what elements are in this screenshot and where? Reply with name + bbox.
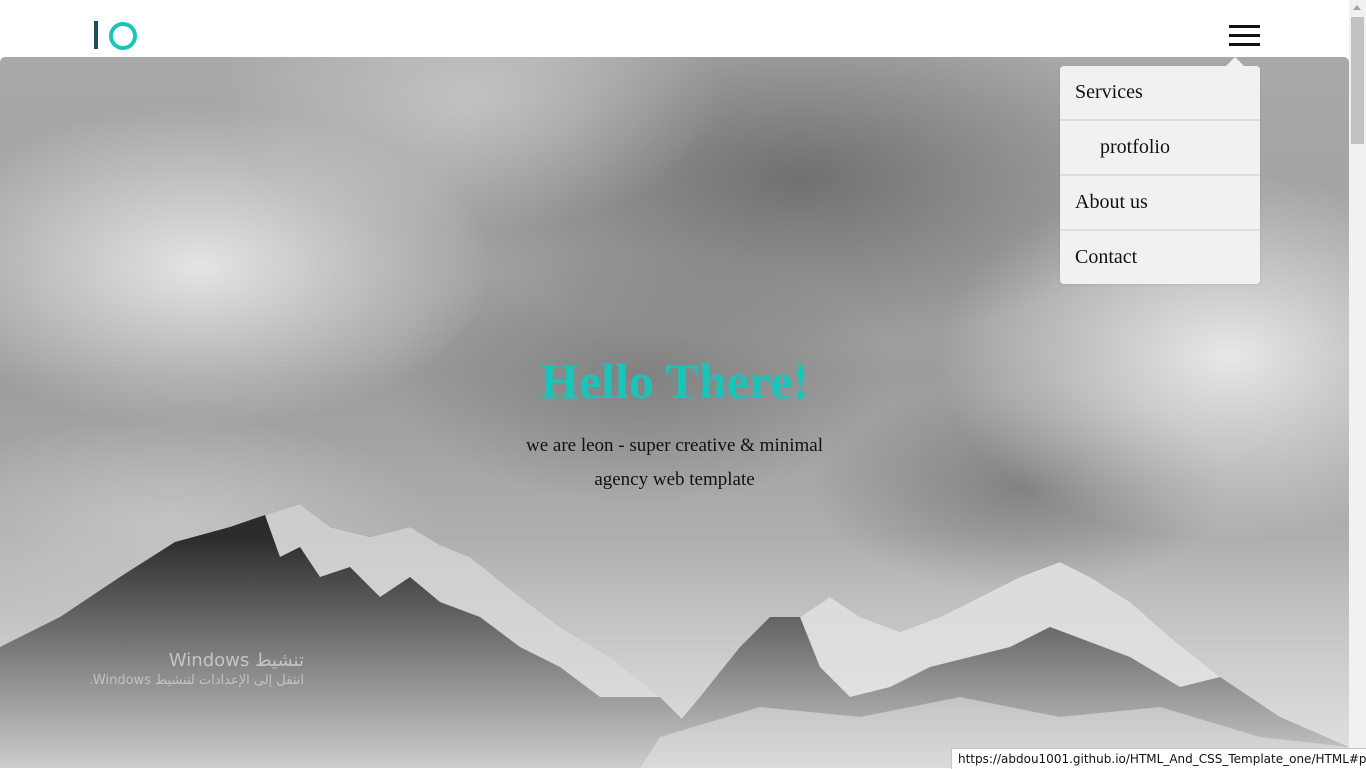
menu-line — [1229, 25, 1260, 28]
hero-subtitle: we are leon - super creative & minimal a… — [525, 435, 823, 490]
logo-ring-icon — [109, 22, 137, 50]
hero-title: Hello There! — [540, 353, 809, 409]
link-status-url: https://abdou1001.github.io/HTML_And_CSS… — [951, 748, 1366, 769]
logo-bar-icon — [94, 21, 98, 49]
menu-item-about[interactable]: About us — [1060, 176, 1260, 231]
nav-dropdown-menu: Services protfolio About us Contact — [1060, 57, 1260, 284]
watermark-title: تنشيط Windows — [168, 650, 304, 671]
menu-item-contact[interactable]: Contact — [1060, 231, 1260, 284]
hamburger-menu-icon[interactable] — [1229, 25, 1261, 47]
site-header — [0, 0, 1349, 57]
menu-line — [1229, 43, 1260, 46]
watermark-subtitle: انتقل إلى الإعدادات لتنشيط Windows. — [88, 673, 304, 688]
menu-item-portfolio[interactable]: protfolio — [1060, 121, 1260, 176]
page-scrollbar[interactable] — [1349, 0, 1366, 768]
menu-item-services[interactable]: Services — [1060, 66, 1260, 121]
scroll-up-arrow-icon[interactable] — [1353, 5, 1361, 10]
windows-activation-watermark: تنشيط Windows انتقل إلى الإعدادات لتنشيط… — [60, 650, 304, 688]
scrollbar-thumb[interactable] — [1351, 17, 1364, 144]
logo[interactable] — [93, 21, 139, 51]
menu-line — [1229, 34, 1260, 37]
